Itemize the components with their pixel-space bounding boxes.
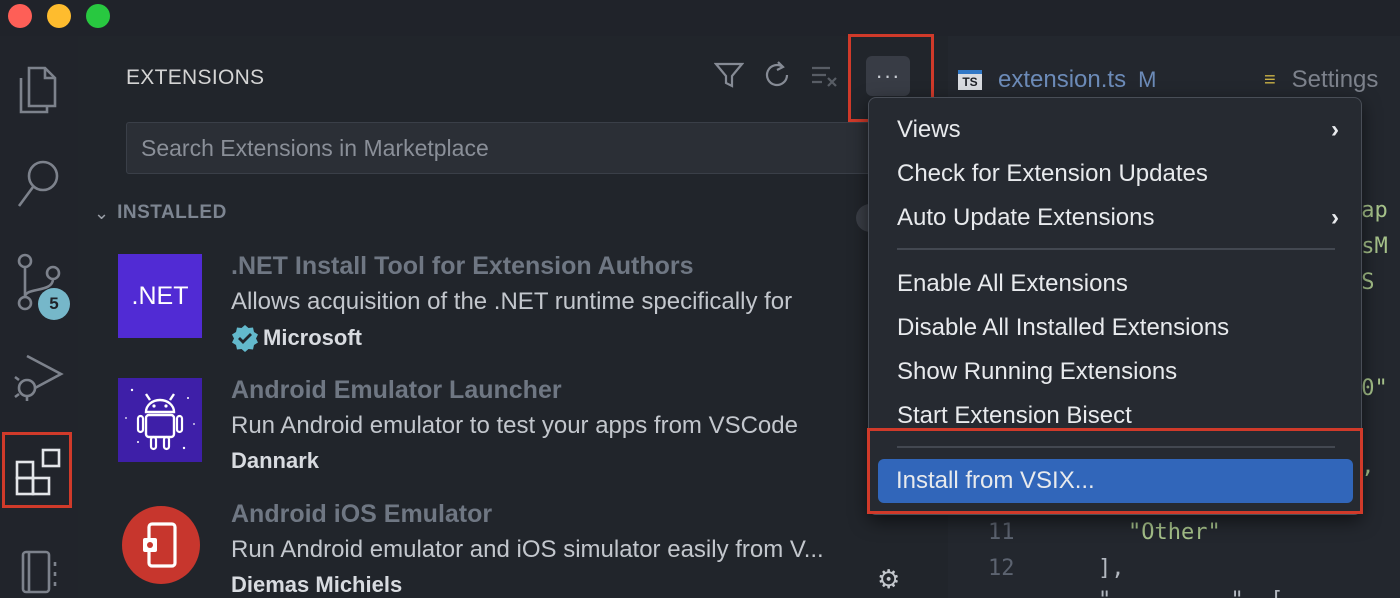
menu-item-label: Show Running Extensions (897, 358, 1178, 385)
window-controls (8, 4, 110, 28)
ios-emulator-logo (122, 506, 200, 584)
extension-name: Android iOS Emulator (231, 500, 493, 528)
extension-name: Android Emulator Launcher (231, 376, 562, 404)
menu-item-label: Views (897, 116, 961, 143)
menu-item-auto-update[interactable]: Auto Update Extensions › (879, 198, 1353, 238)
run-debug-icon (14, 354, 64, 401)
extension-item[interactable]: .NET .NET Install Tool for Extension Aut… (118, 252, 918, 372)
menu-item-label: Check for Extension Updates (897, 160, 1208, 187)
minimize-window-button[interactable] (47, 4, 71, 28)
extensions-sidebar: EXTENSIONS ··· ⌄ INSTALLED .NET .NET Ins… (78, 34, 948, 598)
android-robot-icon (125, 388, 195, 451)
menu-item-label: Auto Update Extensions (897, 204, 1155, 231)
code-fragment: "Other" (1128, 520, 1221, 545)
menu-item-show-running[interactable]: Show Running Extensions (879, 352, 1353, 392)
line-number: 11 (988, 520, 1015, 545)
activity-explorer[interactable] (0, 50, 78, 130)
search-input[interactable] (127, 123, 925, 173)
extension-name: .NET Install Tool for Extension Authors (231, 252, 694, 280)
extension-description: Allows acquisition of the .NET runtime s… (231, 288, 793, 315)
tab-extension-ts[interactable]: TS extension.ts M (958, 66, 1156, 94)
menu-separator (897, 248, 1335, 250)
modified-indicator: M (1138, 67, 1157, 92)
notebook-icon (21, 550, 57, 594)
extension-item[interactable]: Android Emulator Launcher 15 Run Android… (118, 376, 930, 496)
verified-icon (232, 325, 258, 352)
close-window-button[interactable] (8, 4, 32, 28)
activity-bar: 5 (0, 36, 78, 598)
extension-description: Run Android emulator and iOS simulator e… (231, 536, 824, 563)
extension-search (126, 122, 926, 174)
refresh-icon[interactable] (762, 60, 792, 90)
code-fragment: " " [ (1098, 588, 1283, 598)
extension-item[interactable]: Android iOS Emulator Run Android emulato… (118, 500, 918, 598)
chevron-right-icon: › (1331, 204, 1339, 231)
menu-item-label: Enable All Extensions (897, 270, 1128, 297)
menu-item-label: Start Extension Bisect (897, 402, 1132, 429)
sidebar-actions (714, 60, 840, 90)
publisher-name: Diemas Michiels (231, 572, 403, 597)
search-icon (17, 160, 59, 207)
chevron-down-icon: ⌄ (94, 202, 110, 223)
extension-publisher: Dannark (231, 448, 319, 474)
extensions-highlight-box (2, 432, 72, 508)
clear-icon[interactable] (810, 60, 840, 90)
menu-item-check-updates[interactable]: Check for Extension Updates (879, 154, 1353, 194)
publisher-name: Dannark (231, 448, 320, 473)
section-label: INSTALLED (117, 202, 227, 223)
tab-label: extension.ts (998, 66, 1127, 93)
menu-item-disable-all[interactable]: Disable All Installed Extensions (879, 308, 1353, 348)
extension-publisher: Diemas Michiels (231, 572, 402, 598)
zoom-window-button[interactable] (86, 4, 110, 28)
extension-description: Run Android emulator to test your apps f… (231, 412, 798, 439)
menu-item-enable-all[interactable]: Enable All Extensions (879, 264, 1353, 304)
install-vsix-highlight-box (867, 428, 1363, 514)
filter-icon[interactable] (714, 60, 744, 90)
extension-publisher: Microsoft (231, 324, 362, 352)
publisher-name: Microsoft (263, 325, 362, 350)
activity-run-debug[interactable] (0, 336, 78, 416)
activity-source-control[interactable]: 5 (0, 242, 78, 322)
files-icon (19, 66, 57, 114)
manage-gear-icon[interactable]: ⚙ (877, 564, 900, 595)
android-emulator-logo (118, 378, 202, 462)
dotnet-logo: .NET (118, 254, 202, 338)
typescript-file-icon: TS (958, 70, 982, 90)
activity-search[interactable] (0, 144, 78, 224)
tab-settings[interactable]: ≡ Settings (1264, 66, 1378, 94)
sidebar-title: EXTENSIONS (126, 66, 265, 89)
line-number: 12 (988, 556, 1015, 581)
activity-notebook[interactable] (0, 530, 78, 598)
menu-item-views[interactable]: Views › (879, 110, 1353, 150)
chevron-right-icon: › (1331, 116, 1339, 143)
phone-gear-icon (143, 522, 177, 568)
source-control-badge: 5 (38, 288, 70, 320)
code-fragment: ], (1098, 556, 1125, 581)
settings-file-icon: ≡ (1264, 68, 1276, 91)
installed-section-header[interactable]: ⌄ INSTALLED (94, 202, 227, 224)
tab-label: Settings (1291, 66, 1379, 93)
menu-item-label: Disable All Installed Extensions (897, 314, 1230, 341)
